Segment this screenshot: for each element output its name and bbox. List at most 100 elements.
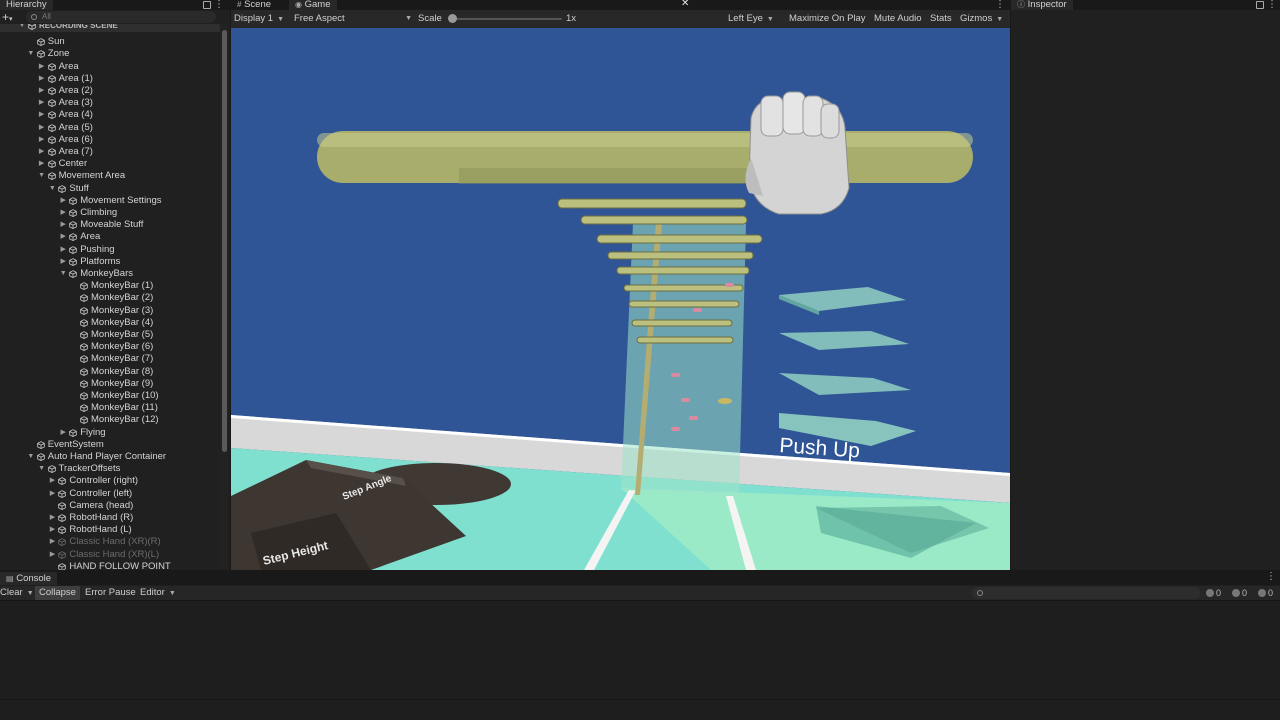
expand-closed-icon[interactable]: ▶ (48, 536, 56, 548)
expand-closed-icon[interactable]: ▶ (38, 73, 46, 85)
hierarchy-item[interactable]: MonkeyBar (10) (0, 390, 220, 402)
warning-count-toggle[interactable]: 0 (1232, 586, 1247, 600)
lock-icon[interactable] (203, 1, 211, 9)
hierarchy-item[interactable]: ▼ Movement Area (0, 170, 220, 182)
hierarchy-item[interactable]: ▼ MonkeyBars (0, 268, 220, 280)
hierarchy-item[interactable]: ▶ Moveable Stuff (0, 219, 220, 231)
scale-slider-track[interactable] (452, 18, 562, 20)
tab-game[interactable]: ◉ Game (289, 0, 337, 10)
hierarchy-item[interactable]: ▶ Movement Settings (0, 195, 220, 207)
stats-toggle[interactable]: Stats (930, 11, 952, 27)
expand-open-icon[interactable]: ▼ (38, 170, 46, 182)
expand-open-icon[interactable]: ▼ (27, 451, 35, 463)
more-options-icon[interactable]: ⋮ (995, 0, 1005, 10)
scene-header[interactable]: ▼ RECORDING SCENE (0, 24, 220, 32)
log-count-toggle[interactable]: 0 (1206, 586, 1221, 600)
more-options-icon[interactable]: ⋮ (1266, 572, 1276, 585)
hierarchy-item[interactable]: ▶ Area (0, 61, 220, 73)
expand-closed-icon[interactable]: ▶ (38, 85, 46, 97)
expand-open-icon[interactable]: ▼ (18, 24, 26, 32)
expand-closed-icon[interactable]: ▶ (48, 549, 56, 561)
expand-closed-icon[interactable]: ▶ (59, 256, 67, 268)
hierarchy-item[interactable]: ▶ Platforms (0, 256, 220, 268)
hierarchy-item[interactable]: MonkeyBar (8) (0, 366, 220, 378)
hierarchy-item[interactable]: MonkeyBar (3) (0, 305, 220, 317)
hierarchy-item[interactable]: EventSystem (0, 439, 220, 451)
tab-console[interactable]: ▤ Console (0, 572, 58, 585)
hierarchy-item[interactable]: ▶ Area (1) (0, 73, 220, 85)
error-count-toggle[interactable]: 0 (1258, 586, 1273, 600)
expand-closed-icon[interactable]: ▶ (59, 219, 67, 231)
hierarchy-item[interactable]: ▶ Area (0, 231, 220, 243)
expand-closed-icon[interactable]: ▶ (48, 524, 56, 536)
expand-closed-icon[interactable]: ▶ (38, 109, 46, 121)
hierarchy-item[interactable]: MonkeyBar (11) (0, 402, 220, 414)
hierarchy-item[interactable]: ▶ RobotHand (R) (0, 512, 220, 524)
expand-closed-icon[interactable]: ▶ (59, 231, 67, 243)
hierarchy-item[interactable]: ▶ Area (2) (0, 85, 220, 97)
hierarchy-search-input[interactable]: All (26, 11, 216, 23)
scale-slider-thumb[interactable] (448, 14, 457, 23)
editor-dropdown[interactable]: Editor ▼ (140, 586, 176, 600)
hierarchy-item[interactable]: ▶ Area (5) (0, 122, 220, 134)
hierarchy-item[interactable]: HAND FOLLOW POINT (0, 561, 220, 570)
hierarchy-item[interactable]: Sun (0, 36, 220, 48)
mute-audio-toggle[interactable]: Mute Audio (874, 11, 922, 27)
expand-open-icon[interactable]: ▼ (59, 268, 67, 280)
hierarchy-item[interactable]: ▶ Classic Hand (XR)(R) (0, 536, 220, 548)
expand-closed-icon[interactable]: ▶ (38, 122, 46, 134)
eye-dropdown[interactable]: Left Eye ▼ (728, 11, 774, 27)
hierarchy-item[interactable]: ▶ Controller (left) (0, 488, 220, 500)
aspect-dropdown[interactable]: Free Aspect ▼ (294, 11, 412, 27)
expand-closed-icon[interactable]: ▶ (48, 475, 56, 487)
hierarchy-item[interactable]: ▶ Flying (0, 427, 220, 439)
hierarchy-item[interactable]: ▶ Area (3) (0, 97, 220, 109)
tab-scene[interactable]: # Scene (231, 0, 277, 10)
expand-closed-icon[interactable]: ▶ (48, 512, 56, 524)
hierarchy-item[interactable]: MonkeyBar (5) (0, 329, 220, 341)
expand-closed-icon[interactable]: ▶ (38, 134, 46, 146)
hierarchy-item[interactable]: MonkeyBar (9) (0, 378, 220, 390)
expand-open-icon[interactable]: ▼ (38, 463, 46, 475)
hierarchy-item[interactable]: ▶ Center (0, 158, 220, 170)
expand-closed-icon[interactable]: ▶ (59, 195, 67, 207)
game-viewport[interactable]: Push Up Step Angle Step Height (231, 28, 1010, 570)
more-options-icon[interactable]: ⋮ (214, 0, 224, 10)
hierarchy-item[interactable]: ▶ Classic Hand (XR)(L) (0, 549, 220, 561)
tab-hierarchy[interactable]: Hierarchy (0, 0, 53, 10)
hierarchy-item[interactable]: ▶ Area (6) (0, 134, 220, 146)
hierarchy-item[interactable]: MonkeyBar (4) (0, 317, 220, 329)
expand-open-icon[interactable]: ▼ (48, 183, 56, 195)
hierarchy-item[interactable]: MonkeyBar (1) (0, 280, 220, 292)
gizmos-dropdown[interactable]: Gizmos ▼ (960, 11, 1003, 27)
maximize-on-play-toggle[interactable]: Maximize On Play (789, 11, 866, 27)
lock-icon[interactable] (1256, 1, 1264, 9)
hierarchy-scrollbar[interactable] (220, 24, 228, 570)
collapse-toggle[interactable]: Collapse (35, 586, 80, 600)
hierarchy-item[interactable]: Camera (head) (0, 500, 220, 512)
expand-closed-icon[interactable]: ▶ (38, 158, 46, 170)
hierarchy-item[interactable]: MonkeyBar (12) (0, 414, 220, 426)
expand-closed-icon[interactable]: ▶ (38, 146, 46, 158)
expand-closed-icon[interactable]: ▶ (59, 207, 67, 219)
tab-inspector[interactable]: ⓘ Inspector (1011, 0, 1073, 10)
expand-closed-icon[interactable]: ▶ (59, 244, 67, 256)
expand-closed-icon[interactable]: ▶ (59, 427, 67, 439)
hierarchy-item[interactable]: ▶ Area (4) (0, 109, 220, 121)
expand-closed-icon[interactable]: ▶ (48, 488, 56, 500)
display-dropdown[interactable]: Display 1 ▼ (234, 11, 284, 27)
expand-open-icon[interactable]: ▼ (27, 48, 35, 60)
hierarchy-item[interactable]: ▶ Area (7) (0, 146, 220, 158)
hierarchy-item[interactable]: ▶ Climbing (0, 207, 220, 219)
console-log-area[interactable] (0, 601, 1280, 720)
hierarchy-item[interactable]: MonkeyBar (2) (0, 292, 220, 304)
hierarchy-item[interactable]: ▼ TrackerOffsets (0, 463, 220, 475)
clear-dropdown[interactable]: Clear ▼ (0, 586, 34, 600)
hierarchy-item[interactable]: ▶ Controller (right) (0, 475, 220, 487)
hierarchy-item[interactable]: ▼ Stuff (0, 183, 220, 195)
expand-closed-icon[interactable]: ▶ (38, 61, 46, 73)
hierarchy-item[interactable]: MonkeyBar (7) (0, 353, 220, 365)
error-pause-toggle[interactable]: Error Pause (85, 586, 136, 600)
console-splitter[interactable] (0, 699, 1280, 700)
more-options-icon[interactable]: ⋮ (1267, 0, 1277, 10)
